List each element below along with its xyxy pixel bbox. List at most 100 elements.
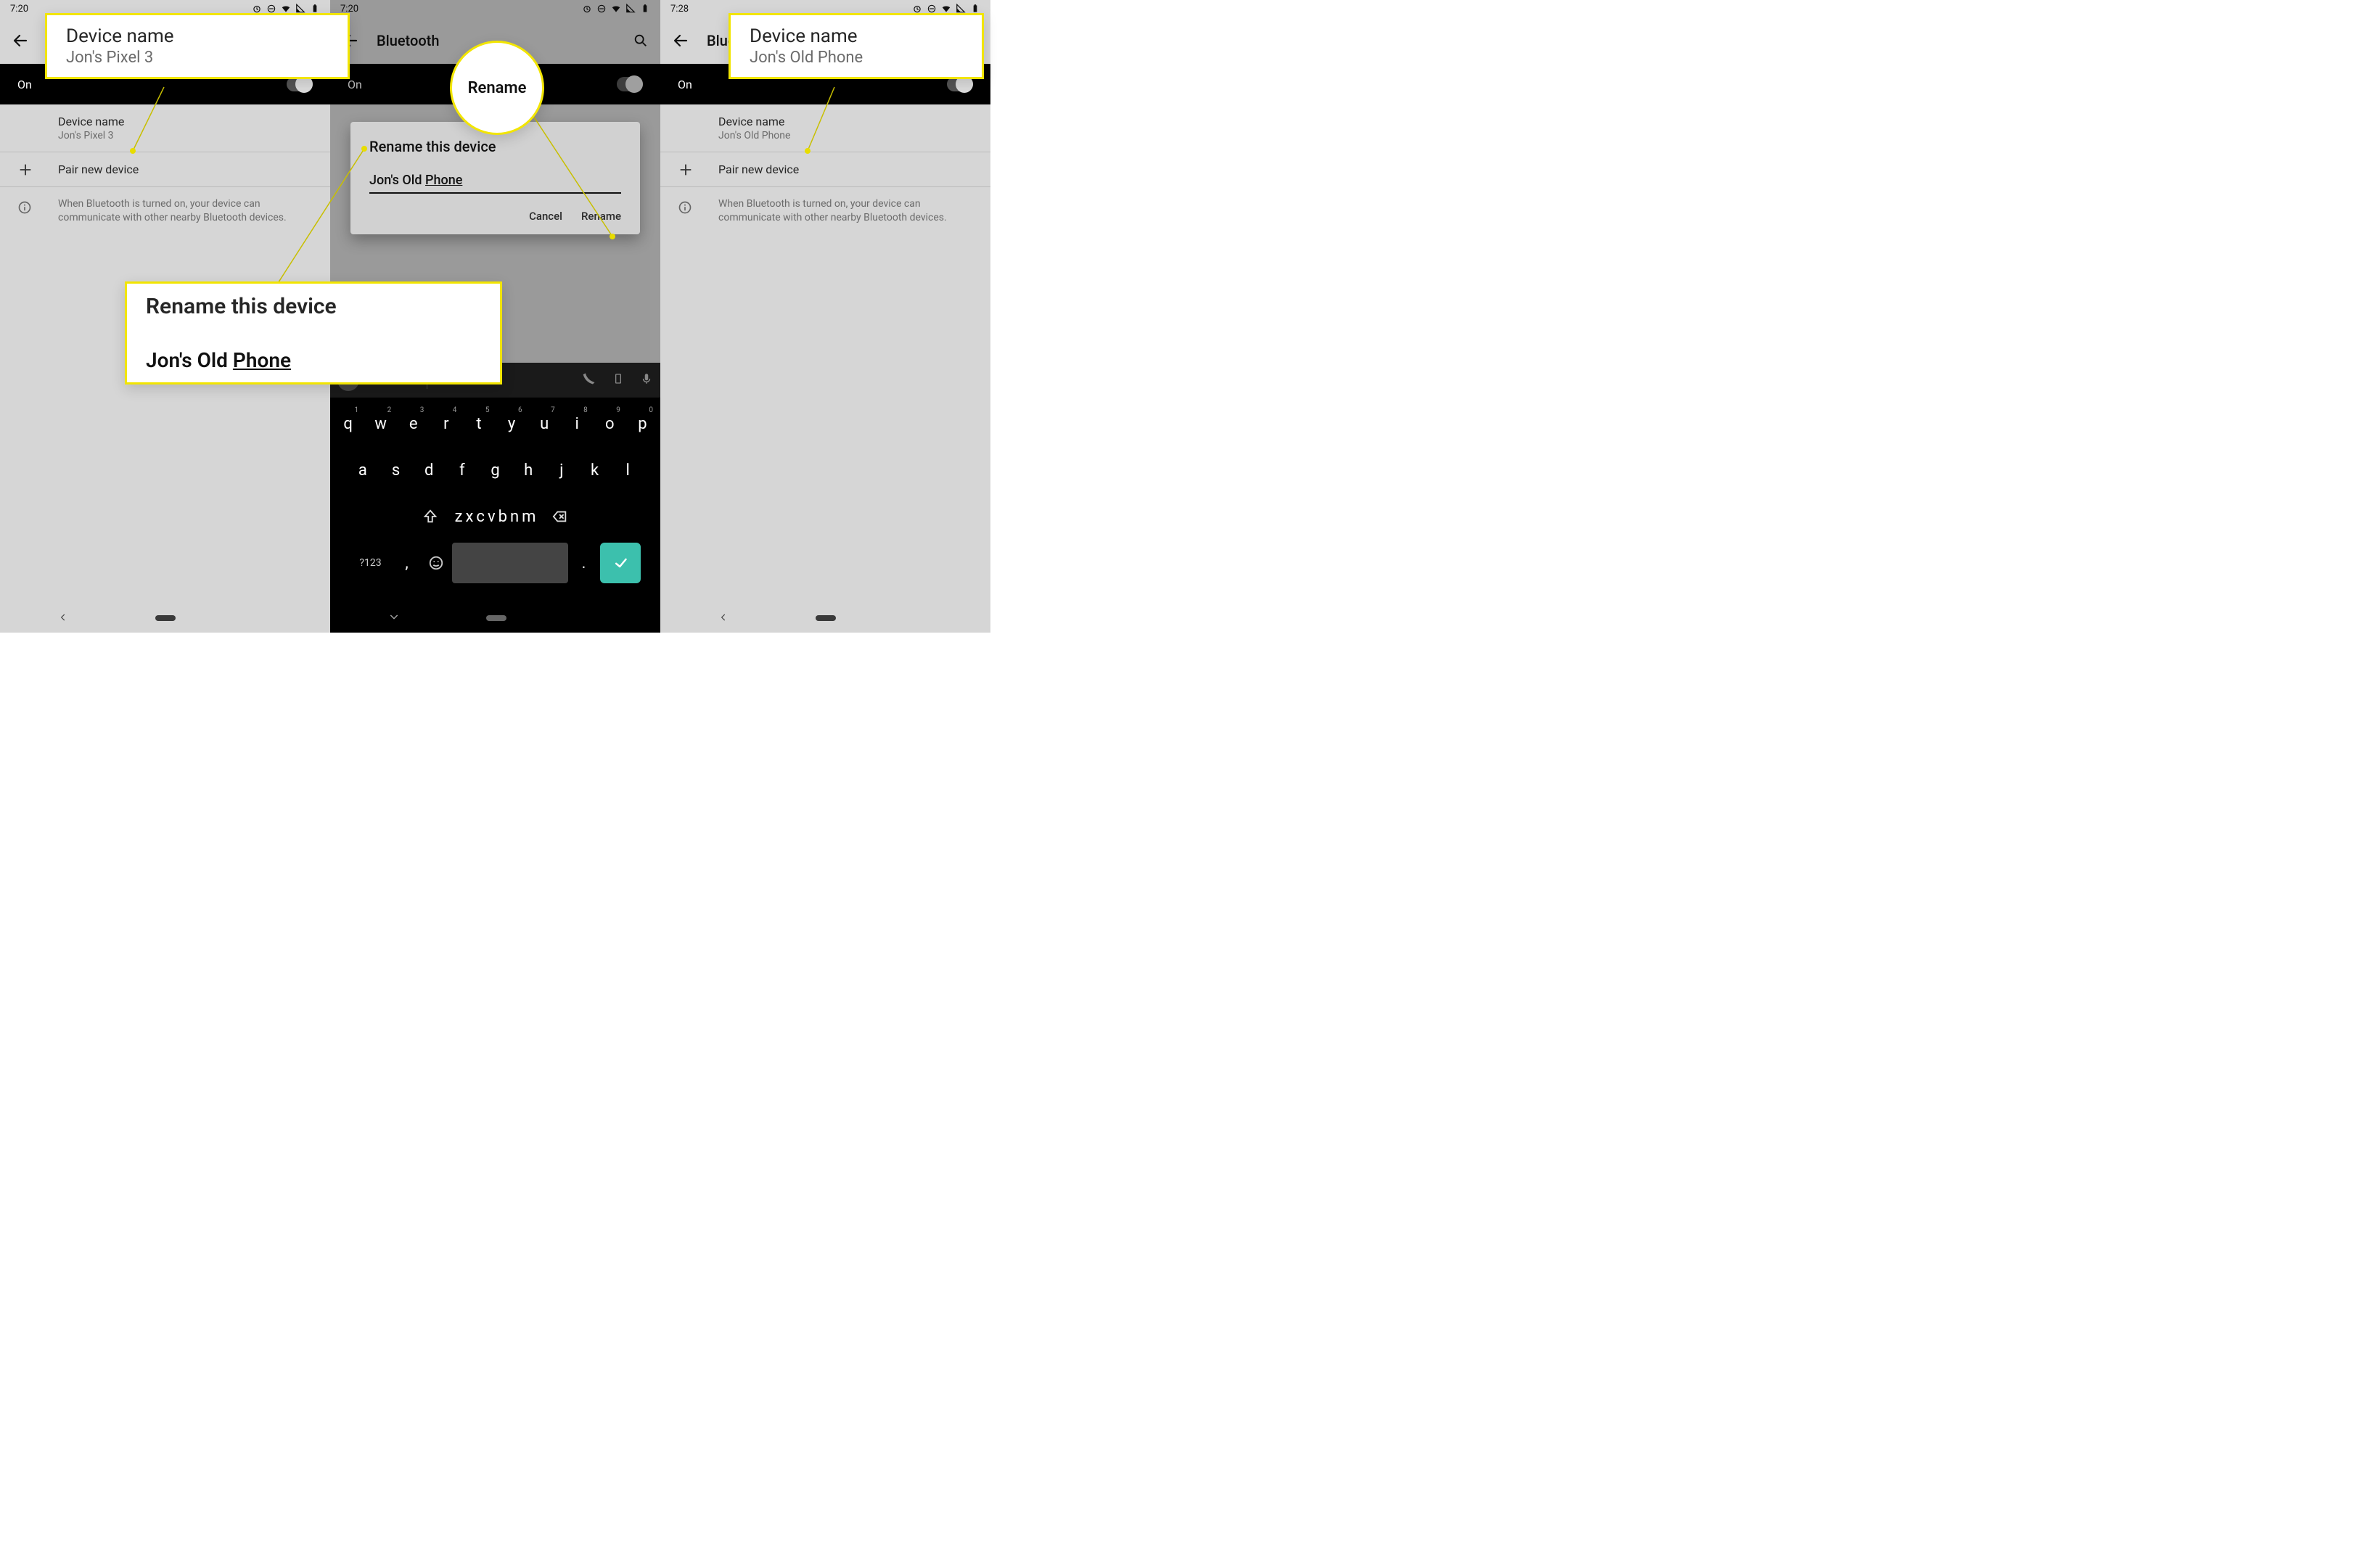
dnd-icon xyxy=(266,4,276,14)
space-key[interactable] xyxy=(452,543,568,583)
content: Device name Jon's Old Phone Pair new dev… xyxy=(660,104,990,235)
signal-icon xyxy=(956,4,966,14)
dialog-input[interactable]: Jon's Old Phone xyxy=(369,173,621,194)
info-text: When Bluetooth is turned on, your device… xyxy=(718,197,973,225)
mic-icon[interactable] xyxy=(640,371,653,390)
nav-home-pill[interactable] xyxy=(816,615,836,621)
symbols-key[interactable]: ?123 xyxy=(350,543,391,583)
dnd-icon xyxy=(927,4,937,14)
backspace-key[interactable] xyxy=(538,496,582,537)
device-name-row[interactable]: Device name Jon's Pixel 3 xyxy=(0,104,330,152)
status-icons xyxy=(582,4,650,14)
key-t[interactable]: t5 xyxy=(464,403,493,444)
toggle-switch[interactable] xyxy=(947,77,973,91)
rename-dialog: Rename this device Jon's Old Phone Cance… xyxy=(350,122,640,234)
key-p[interactable]: p0 xyxy=(628,403,657,444)
cancel-button[interactable]: Cancel xyxy=(529,210,562,223)
key-s[interactable]: s xyxy=(381,450,411,490)
nav-bar xyxy=(330,604,660,633)
back-icon[interactable] xyxy=(672,32,689,49)
search-icon[interactable] xyxy=(633,33,649,49)
enter-key[interactable] xyxy=(600,543,641,583)
key-o[interactable]: o9 xyxy=(595,403,625,444)
nav-home-pill[interactable] xyxy=(486,615,506,621)
status-icons xyxy=(252,4,320,14)
signal-icon xyxy=(295,4,305,14)
key-v[interactable]: v xyxy=(488,496,496,537)
key-a[interactable]: a xyxy=(348,450,378,490)
status-icons xyxy=(912,4,980,14)
nav-back-icon[interactable] xyxy=(718,612,729,625)
info-icon xyxy=(678,200,692,215)
comma-key[interactable]: , xyxy=(394,543,420,583)
key-n[interactable]: n xyxy=(510,496,519,537)
key-j[interactable]: j xyxy=(546,450,577,490)
shift-key[interactable] xyxy=(409,496,452,537)
status-time: 7:28 xyxy=(670,4,689,15)
key-c[interactable]: c xyxy=(476,496,485,537)
key-e[interactable]: e3 xyxy=(398,403,428,444)
period-key[interactable]: . xyxy=(571,543,597,583)
dialog-actions: Cancel Rename xyxy=(369,210,621,223)
dnd-icon xyxy=(596,4,607,14)
key-q[interactable]: q1 xyxy=(333,403,363,444)
toggle-label: On xyxy=(348,78,362,91)
key-y[interactable]: y6 xyxy=(497,403,527,444)
device-icon[interactable] xyxy=(602,371,634,390)
info-icon xyxy=(17,200,32,215)
key-f[interactable]: f xyxy=(447,450,477,490)
signal-icon xyxy=(625,4,636,14)
key-l[interactable]: l xyxy=(612,450,643,490)
key-h[interactable]: h xyxy=(513,450,543,490)
dialog-title: Rename this device xyxy=(369,138,621,155)
device-name-label: Device name xyxy=(718,115,973,128)
wifi-icon xyxy=(281,4,291,14)
toggle-switch[interactable] xyxy=(617,77,643,91)
nav-back-icon[interactable] xyxy=(58,612,68,625)
pair-new-device-row[interactable]: Pair new device xyxy=(660,152,990,187)
nav-collapse-icon[interactable] xyxy=(388,611,400,625)
phone-pane-3: 7:28 Bluetooth On Device name Jon's Old … xyxy=(660,0,990,633)
key-d[interactable]: d xyxy=(414,450,444,490)
nav-bar xyxy=(660,604,990,633)
device-name-value: Jon's Old Phone xyxy=(718,130,973,141)
device-name-label: Device name xyxy=(58,115,313,128)
key-x[interactable]: x xyxy=(466,496,474,537)
key-u[interactable]: u7 xyxy=(530,403,559,444)
device-name-row[interactable]: Device name Jon's Old Phone xyxy=(660,104,990,152)
key-b[interactable]: b xyxy=(498,496,507,537)
info-row: When Bluetooth is turned on, your device… xyxy=(660,187,990,235)
key-z[interactable]: z xyxy=(455,496,463,537)
pair-new-device-row[interactable]: Pair new device xyxy=(0,152,330,187)
pair-label: Pair new device xyxy=(58,163,313,176)
toggle-label: On xyxy=(17,78,32,91)
plus-icon xyxy=(17,162,33,178)
callout-rename-dialog: Rename this device Jon's Old Phone xyxy=(125,281,502,384)
status-time: 7:20 xyxy=(10,4,28,15)
info-row: When Bluetooth is turned on, your device… xyxy=(0,187,330,235)
keyboard: q1w2e3r4t5y6u7i8o9p0 asdfghjkl zxcvbnm ?… xyxy=(330,398,660,604)
battery-icon xyxy=(970,4,980,14)
info-text: When Bluetooth is turned on, your device… xyxy=(58,197,313,225)
battery-icon xyxy=(310,4,320,14)
phone-icon[interactable] xyxy=(582,371,596,389)
device-name-value: Jon's Pixel 3 xyxy=(58,130,313,141)
nav-bar xyxy=(0,604,330,633)
key-k[interactable]: k xyxy=(580,450,610,490)
key-r[interactable]: r4 xyxy=(431,403,461,444)
wifi-icon xyxy=(941,4,951,14)
key-g[interactable]: g xyxy=(480,450,511,490)
rename-button[interactable]: Rename xyxy=(581,210,621,223)
back-icon[interactable] xyxy=(12,32,29,49)
emoji-key[interactable] xyxy=(423,543,449,583)
nav-home-pill[interactable] xyxy=(155,615,176,621)
key-w[interactable]: w2 xyxy=(366,403,395,444)
toggle-switch[interactable] xyxy=(287,77,313,91)
wifi-icon xyxy=(611,4,621,14)
alarm-icon xyxy=(912,4,922,14)
toggle-label: On xyxy=(678,78,692,91)
key-i[interactable]: i8 xyxy=(562,403,592,444)
callout-device-name-before: Device name Jon's Pixel 3 xyxy=(45,13,350,79)
callout-device-name-after: Device name Jon's Old Phone xyxy=(729,13,984,79)
key-m[interactable]: m xyxy=(522,496,536,537)
